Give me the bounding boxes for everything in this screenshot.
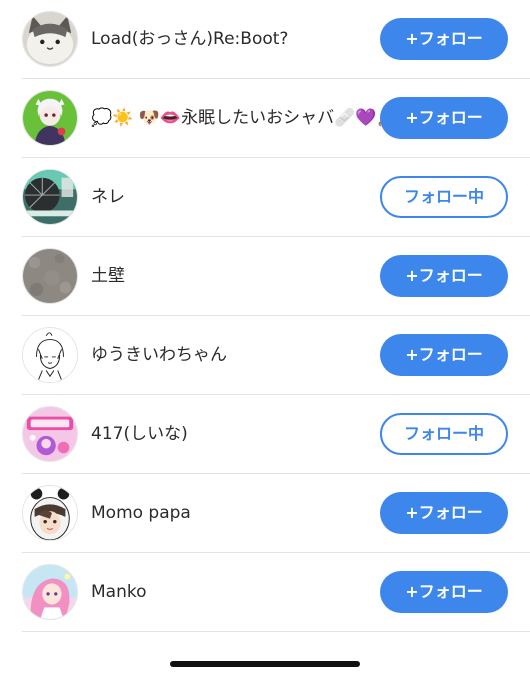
- follow-button[interactable]: +フォロー: [380, 18, 508, 60]
- user-row[interactable]: 417(しいな) フォロー中: [22, 395, 530, 474]
- user-list: Load(おっさん)Re:Boot? +フォロー 💭☀️ 🐶👄永眠したいおシャバ…: [0, 0, 530, 632]
- user-name[interactable]: Momo papa: [91, 474, 191, 553]
- following-button[interactable]: フォロー中: [380, 413, 508, 455]
- stone-wall-avatar[interactable]: [22, 248, 78, 304]
- user-row[interactable]: Load(おっさん)Re:Boot? +フォロー: [22, 0, 530, 79]
- user-row[interactable]: ネレ フォロー中: [22, 158, 530, 237]
- cat-plush-avatar[interactable]: [22, 11, 78, 67]
- follow-button[interactable]: +フォロー: [380, 571, 508, 613]
- user-name[interactable]: ゆうきいわちゃん: [91, 316, 227, 395]
- user-row[interactable]: ゆうきいわちゃん +フォロー: [22, 316, 530, 395]
- sketch-girl-avatar[interactable]: [22, 327, 78, 383]
- user-name[interactable]: Load(おっさん)Re:Boot?: [91, 0, 288, 79]
- follow-button[interactable]: +フォロー: [380, 334, 508, 376]
- user-name[interactable]: ネレ: [91, 158, 125, 237]
- user-name[interactable]: Manko: [91, 553, 147, 632]
- pastel-girl-avatar[interactable]: [22, 564, 78, 620]
- follow-button[interactable]: +フォロー: [380, 97, 508, 139]
- stream-banner-avatar[interactable]: [22, 406, 78, 462]
- user-row[interactable]: 💭☀️ 🐶👄永眠したいおシャバ🩹💜🧸🧡 +フォロー: [22, 79, 530, 158]
- umbrella-avatar[interactable]: [22, 169, 78, 225]
- follow-button[interactable]: +フォロー: [380, 492, 508, 534]
- user-row[interactable]: Momo papa +フォロー: [22, 474, 530, 553]
- user-name[interactable]: 土壁: [91, 237, 125, 316]
- user-row[interactable]: Manko +フォロー: [22, 553, 530, 632]
- home-indicator[interactable]: [170, 661, 360, 667]
- user-name[interactable]: 💭☀️ 🐶👄永眠したいおシャバ🩹💜🧸🧡: [91, 79, 381, 158]
- anime-character-avatar[interactable]: [22, 90, 78, 146]
- user-name[interactable]: 417(しいな): [91, 395, 188, 474]
- follow-button[interactable]: +フォロー: [380, 255, 508, 297]
- following-button[interactable]: フォロー中: [380, 176, 508, 218]
- user-row[interactable]: 土壁 +フォロー: [22, 237, 530, 316]
- bear-hood-avatar[interactable]: [22, 485, 78, 541]
